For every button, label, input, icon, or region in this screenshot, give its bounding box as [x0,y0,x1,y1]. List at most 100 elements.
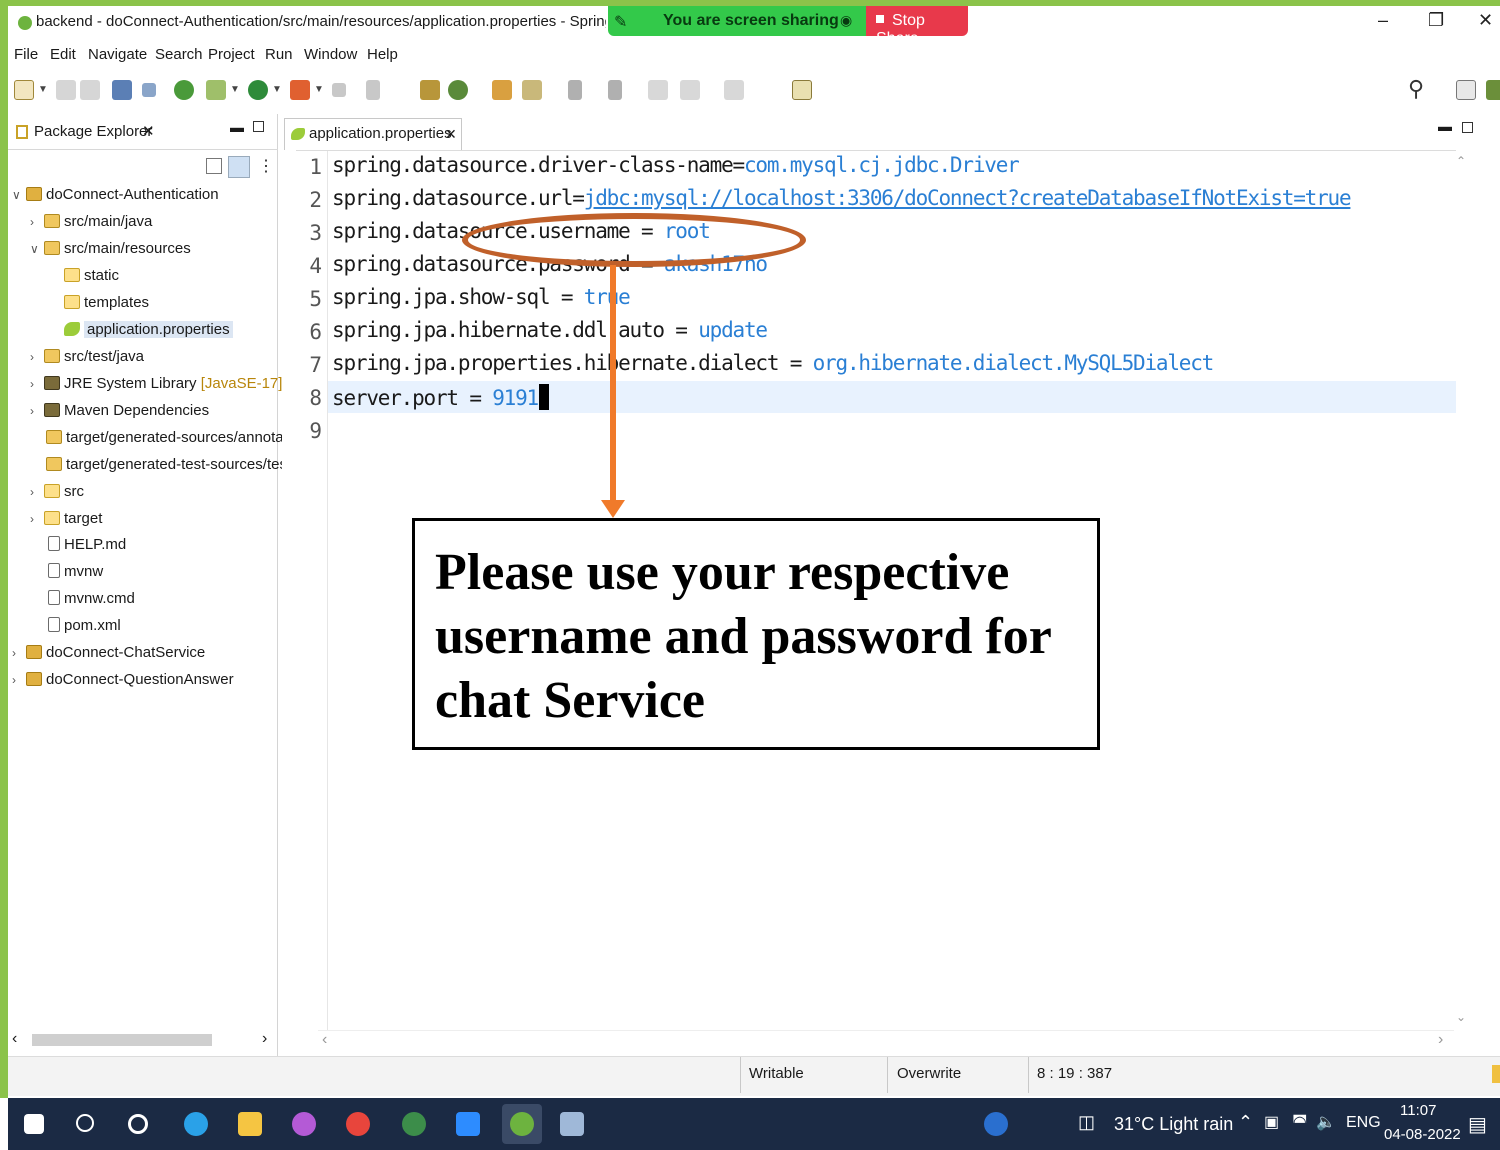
pen-tool-icon[interactable] [560,1112,584,1136]
pin-icon[interactable]: ✎ [614,12,627,32]
code-line[interactable]: spring.datasource.url=jdbc:mysql://local… [332,186,1352,219]
tree-item-target-generated-sources[interactable]: target/generated-sources/annotatic [46,429,299,453]
previous-annotation-icon[interactable] [608,80,622,100]
windows-start-icon[interactable] [24,1114,44,1134]
spring-boot-dashboard-icon[interactable] [174,80,194,100]
open-type-icon[interactable] [492,80,512,100]
tree-item-target-generated-test-sources[interactable]: target/generated-test-sources/test- [46,456,296,480]
editor-hscrollbar[interactable]: ‹ › [318,1030,1454,1050]
collapse-all-icon[interactable] [206,158,222,174]
scroll-left-icon[interactable]: ‹ [12,1030,17,1048]
run-external-tool-icon[interactable] [290,80,310,100]
spring-perspective-icon[interactable] [1486,80,1500,100]
chevron-down-icon[interactable]: ▼ [272,84,282,95]
chrome-profile-icon[interactable] [402,1112,426,1136]
debug-icon[interactable] [206,80,226,100]
clock-time[interactable]: 11:07 [1400,1102,1436,1119]
chevron-down-icon[interactable]: ▼ [314,84,324,95]
tree-item-help-md[interactable]: HELP.md [48,536,126,560]
chevron-right-icon[interactable]: › [30,350,44,364]
tree-item-project-auth[interactable]: ∨ doConnect-Authentication [12,186,219,210]
help-icon[interactable] [984,1112,1008,1136]
minimize-button[interactable]: – [1378,10,1388,31]
menu-search[interactable]: Search [155,46,203,63]
forward-icon[interactable] [724,80,744,100]
chrome-icon[interactable] [346,1112,370,1136]
minimize-view-icon[interactable]: ▬ [1438,118,1452,134]
clock-date[interactable]: 04-08-2022 [1384,1126,1461,1143]
network-icon[interactable]: ◚ [1292,1112,1308,1132]
scroll-down-icon[interactable]: ⌄ [1456,1010,1466,1024]
paint-icon[interactable] [292,1112,316,1136]
code-line[interactable]: spring.jpa.show-sql = true [332,285,631,318]
package-explorer-hscrollbar[interactable]: ‹ › [12,1030,274,1050]
chevron-right-icon[interactable]: › [30,215,44,229]
new-icon[interactable] [14,80,34,100]
chevron-right-icon[interactable]: › [30,377,44,391]
tree-item-templates[interactable]: templates [64,294,149,318]
chevron-down-icon[interactable]: ∨ [30,242,44,256]
tree-item-src-main-resources[interactable]: ∨ src/main/resources [30,240,191,264]
next-annotation-icon[interactable] [568,80,582,100]
chevron-right-icon[interactable]: › [30,404,44,418]
back-icon[interactable] [680,80,700,100]
notification-icon[interactable] [1492,1065,1500,1083]
tree-item-maven-dependencies[interactable]: › Maven Dependencies [30,402,209,426]
chevron-down-icon[interactable]: ∨ [12,188,26,202]
editor-tab-application-properties[interactable]: application.properties ✕ [284,118,462,150]
minimize-view-icon[interactable]: ▬ [230,119,244,135]
chevron-down-icon[interactable]: ▼ [230,84,240,95]
chevron-up-icon[interactable]: ⌃ [1238,1112,1253,1133]
tree-item-src-test-java[interactable]: › src/test/java [30,348,144,372]
tree-item-project-qa[interactable]: › doConnect-QuestionAnswer [12,671,234,695]
save-all-icon[interactable] [80,80,100,100]
search-tool-icon[interactable] [522,80,542,100]
chevron-right-icon[interactable]: › [12,646,26,660]
file-explorer-icon[interactable] [238,1112,262,1136]
scroll-left-icon[interactable]: ‹ [322,1031,327,1049]
notification-center-icon[interactable]: ▤ [1468,1112,1487,1137]
menu-file[interactable]: File [14,46,38,63]
tree-item-mvnw[interactable]: mvnw [48,563,103,587]
chevron-down-icon[interactable]: ▼ [38,84,48,95]
menu-run[interactable]: Run [265,46,293,63]
maximize-view-icon[interactable] [253,121,264,132]
edge-browser-icon[interactable] [184,1112,208,1136]
view-menu-icon[interactable]: ⋮ [258,156,274,176]
search-icon[interactable]: ⚲ [1408,76,1424,102]
property-value-url[interactable]: jdbc:mysql://localhost:3306/doConnect?cr… [584,186,1352,210]
stop-icon[interactable] [332,83,346,97]
tree-item-application-properties[interactable]: application.properties [64,321,233,345]
last-edit-icon[interactable] [648,80,668,100]
editor-vscrollbar[interactable]: ⌃ ⌄ [1454,150,1470,1030]
language-indicator[interactable]: ENG [1346,1114,1381,1132]
tree-item-target[interactable]: › target [30,510,102,534]
package-explorer-tab[interactable]: Package Explorer ✕ ▬ [8,114,278,150]
code-line[interactable]: spring.jpa.hibernate.ddl-auto = update [332,318,768,351]
restore-button[interactable]: ❐ [1428,10,1444,31]
pin-editor-icon[interactable] [792,80,812,100]
tree-item-project-chat[interactable]: › doConnect-ChatService [12,644,205,668]
disconnect-icon[interactable] [366,80,380,100]
tree-item-mvnw-cmd[interactable]: mvnw.cmd [48,590,135,614]
menu-edit[interactable]: Edit [50,46,76,63]
save-icon[interactable] [56,80,76,100]
new-java-package-icon[interactable] [420,80,440,100]
tree-item-src-main-java[interactable]: › src/main/java [30,213,152,237]
spring-tool-suite-icon[interactable] [510,1112,534,1136]
chevron-right-icon[interactable]: › [30,485,44,499]
code-line[interactable]: spring.jpa.properties.hibernate.dialect … [332,351,1214,384]
tree-item-static[interactable]: static [64,267,119,291]
scroll-up-icon[interactable]: ⌃ [1456,154,1466,168]
scroll-right-icon[interactable]: › [262,1030,267,1048]
meet-now-icon[interactable]: ▣ [1264,1112,1279,1132]
scrollbar-thumb[interactable] [32,1034,212,1046]
cortana-icon[interactable] [128,1114,148,1134]
maximize-view-icon[interactable] [1462,122,1473,133]
stop-share-button[interactable]: Stop Share [866,6,968,47]
scroll-right-icon[interactable]: › [1438,1031,1443,1049]
run-icon[interactable] [248,80,268,100]
code-line[interactable]: server.port = 9191 [332,384,549,417]
menu-project[interactable]: Project [208,46,255,63]
close-button[interactable]: ✕ [1478,10,1493,31]
